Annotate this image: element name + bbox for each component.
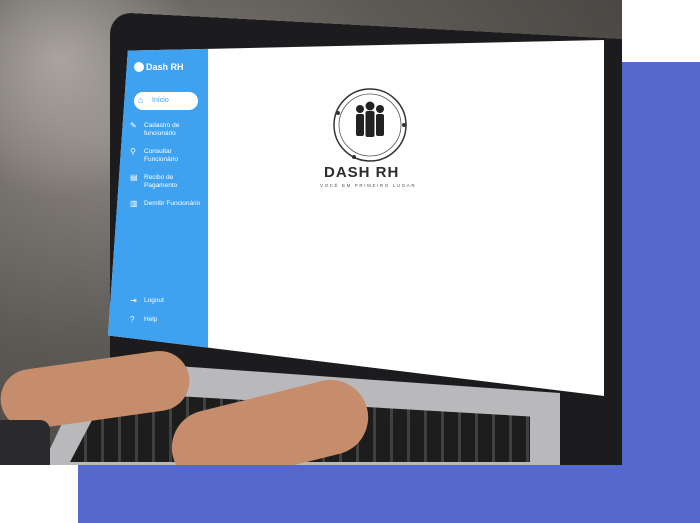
- logo-title: DASH RH: [324, 164, 400, 181]
- laptop-screen: Dash RH ⌂ Início ✎ Cadastro de funcionár…: [108, 40, 604, 396]
- dismiss-icon: ▥: [130, 199, 138, 208]
- sidebar-item-label: Recibo de Pagamento: [144, 174, 178, 189]
- sidebar-item-inicio[interactable]: ⌂ Início: [134, 92, 198, 110]
- sidebar-item-help[interactable]: ? Help: [130, 316, 200, 326]
- sidebar-item-label: Logout: [144, 297, 164, 304]
- sleeve: [0, 420, 50, 465]
- sidebar-item-consultar[interactable]: ⚲ Consultar Funcionário: [130, 148, 200, 168]
- sidebar-item-label: Início: [152, 97, 169, 104]
- sidebar-item-logout[interactable]: ⇥ Logout: [130, 297, 200, 307]
- sidebar-item-demitir[interactable]: ▥ Demitir Funcionário: [130, 200, 200, 220]
- sidebar-item-label: Demitir Funcionário: [144, 200, 201, 207]
- sidebar-item-cadastro[interactable]: ✎ Cadastro de funcionário: [130, 122, 200, 142]
- add-user-icon: ✎: [130, 121, 137, 130]
- sidebar-item-label: Cadastro de funcionário: [144, 122, 180, 137]
- logout-icon: ⇥: [130, 296, 137, 305]
- sidebar-item-label: Help: [144, 316, 158, 323]
- sidebar-item-label: Consultar Funcionário: [144, 148, 178, 163]
- receipt-icon: ▤: [130, 173, 138, 182]
- laptop-photo: Dash RH ⌂ Início ✎ Cadastro de funcionár…: [0, 0, 622, 465]
- help-icon: ?: [130, 315, 135, 324]
- brand-logo-icon: [134, 62, 144, 72]
- brand-name: Dash RH: [146, 62, 184, 72]
- logo-tagline: VOCÊ EM PRIMEIRO LUGAR: [320, 183, 417, 188]
- home-icon: ⌂: [138, 95, 144, 105]
- search-icon: ⚲: [130, 147, 136, 156]
- dash-rh-logo: [333, 88, 407, 162]
- sidebar-item-recibo[interactable]: ▤ Recibo de Pagamento: [130, 174, 200, 194]
